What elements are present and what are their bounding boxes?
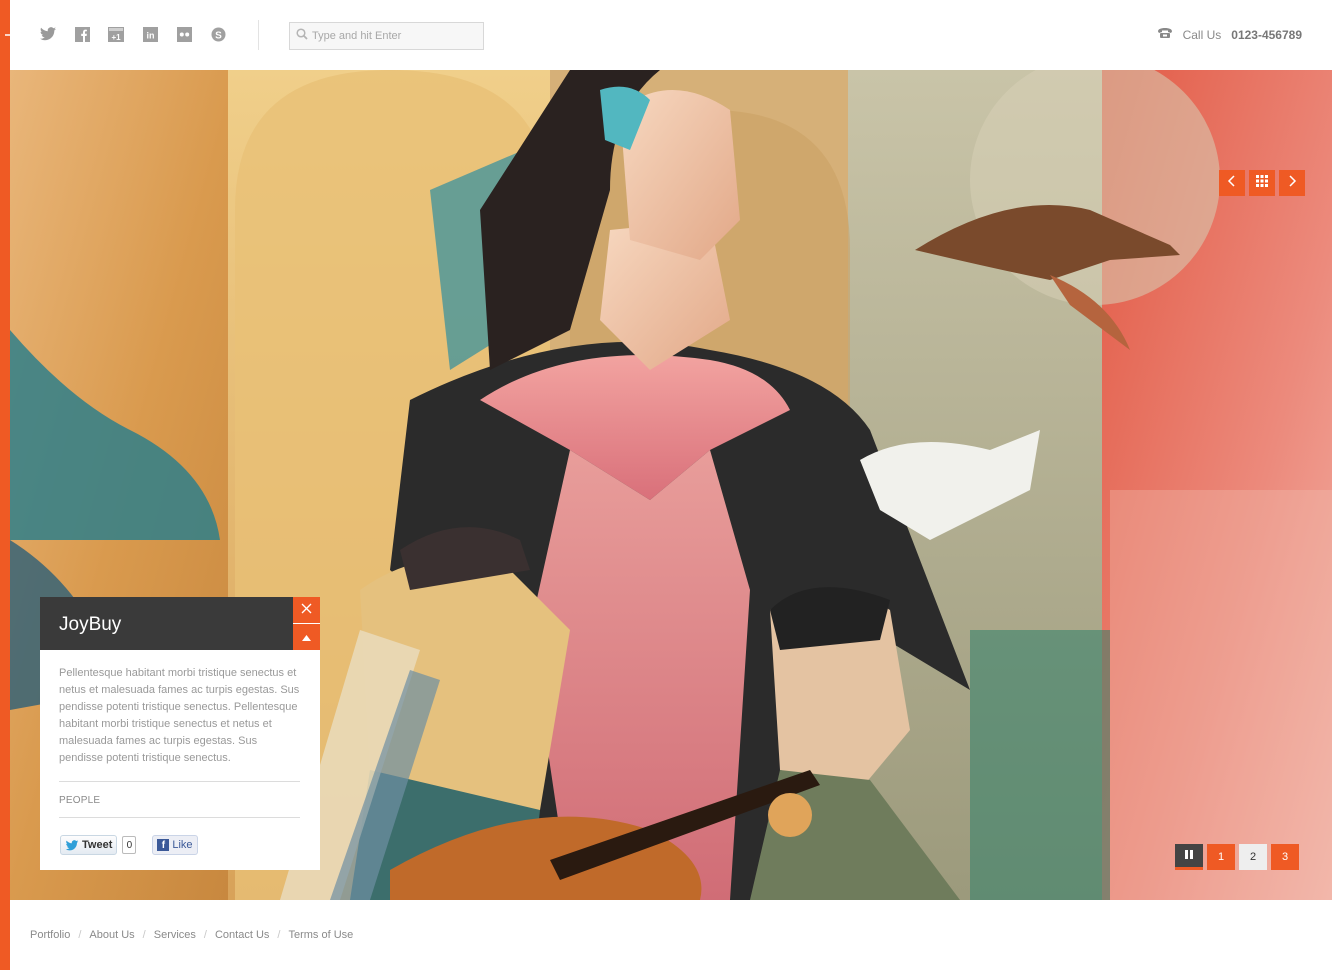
social-links: +1 in S bbox=[40, 26, 226, 42]
accent-strip bbox=[0, 0, 10, 970]
call-label: Call Us bbox=[1182, 27, 1222, 42]
search-input[interactable] bbox=[312, 30, 472, 42]
footer-link-portfolio[interactable]: Portfolio bbox=[30, 929, 70, 941]
header-divider bbox=[258, 20, 259, 50]
search-icon bbox=[296, 27, 308, 45]
close-icon bbox=[301, 601, 312, 619]
slide-info-panel: JoyBuy Pellentesque habitant morbi trist… bbox=[40, 597, 320, 870]
divider bbox=[59, 817, 300, 818]
svg-text:S: S bbox=[215, 30, 222, 41]
slide-description: Pellentesque habitant morbi tristique se… bbox=[59, 667, 300, 764]
phone-icon bbox=[1157, 27, 1173, 42]
tweet-count: 0 bbox=[122, 836, 137, 854]
skype-icon[interactable]: S bbox=[210, 26, 226, 42]
prev-slide-button[interactable] bbox=[1219, 170, 1245, 196]
separator: / bbox=[277, 929, 281, 941]
share-buttons: Tweet 0 f Like bbox=[60, 835, 198, 855]
svg-text:in: in bbox=[146, 30, 154, 40]
next-slide-button[interactable] bbox=[1279, 170, 1305, 196]
grid-icon bbox=[1256, 174, 1268, 192]
svg-text:+1: +1 bbox=[111, 33, 121, 42]
close-panel-button[interactable] bbox=[293, 597, 320, 623]
footer-link-services[interactable]: Services bbox=[154, 929, 196, 941]
twitter-bird-icon bbox=[65, 839, 79, 851]
footer-link-terms[interactable]: Terms of Use bbox=[288, 929, 353, 941]
linkedin-icon[interactable]: in bbox=[142, 26, 158, 42]
footer-nav: Portfolio / About Us / Services / Contac… bbox=[30, 929, 353, 941]
slider-controls bbox=[1219, 170, 1305, 196]
facebook-icon: f bbox=[157, 839, 170, 851]
separator: / bbox=[203, 929, 207, 941]
pause-icon bbox=[1185, 849, 1193, 862]
slide-pager: 1 2 3 bbox=[1175, 844, 1299, 870]
slide-title: JoyBuy bbox=[40, 597, 293, 650]
footer-link-contact[interactable]: Contact Us bbox=[215, 929, 269, 941]
grid-view-button[interactable] bbox=[1249, 170, 1275, 196]
phone-number: 0123-456789 bbox=[1231, 27, 1302, 42]
separator: / bbox=[78, 929, 82, 941]
facebook-icon[interactable] bbox=[74, 26, 90, 42]
page-button-3[interactable]: 3 bbox=[1271, 844, 1299, 870]
tweet-label: Tweet bbox=[82, 839, 113, 851]
footer-link-about[interactable]: About Us bbox=[89, 929, 134, 941]
caret-up-icon bbox=[302, 628, 311, 646]
pause-button[interactable] bbox=[1175, 844, 1203, 870]
google-plus-icon[interactable]: +1 bbox=[108, 26, 124, 42]
collapse-panel-button[interactable] bbox=[293, 624, 320, 650]
tweet-button[interactable]: Tweet bbox=[60, 835, 118, 855]
chevron-left-icon bbox=[1227, 174, 1237, 192]
flickr-icon[interactable] bbox=[176, 26, 192, 42]
like-label: Like bbox=[172, 839, 193, 851]
twitter-icon[interactable] bbox=[40, 26, 56, 42]
site-header: +1 in S Call Us 0123-456789 bbox=[10, 0, 1332, 70]
separator: / bbox=[142, 929, 146, 941]
search-box bbox=[289, 22, 484, 50]
facebook-like-button[interactable]: f Like bbox=[152, 835, 198, 855]
chevron-right-icon bbox=[1287, 174, 1297, 192]
divider bbox=[59, 781, 300, 782]
page-button-2[interactable]: 2 bbox=[1239, 844, 1267, 870]
page-button-1[interactable]: 1 bbox=[1207, 844, 1235, 870]
category-link[interactable]: PEOPLE bbox=[59, 795, 100, 806]
call-us: Call Us 0123-456789 bbox=[1157, 27, 1302, 42]
